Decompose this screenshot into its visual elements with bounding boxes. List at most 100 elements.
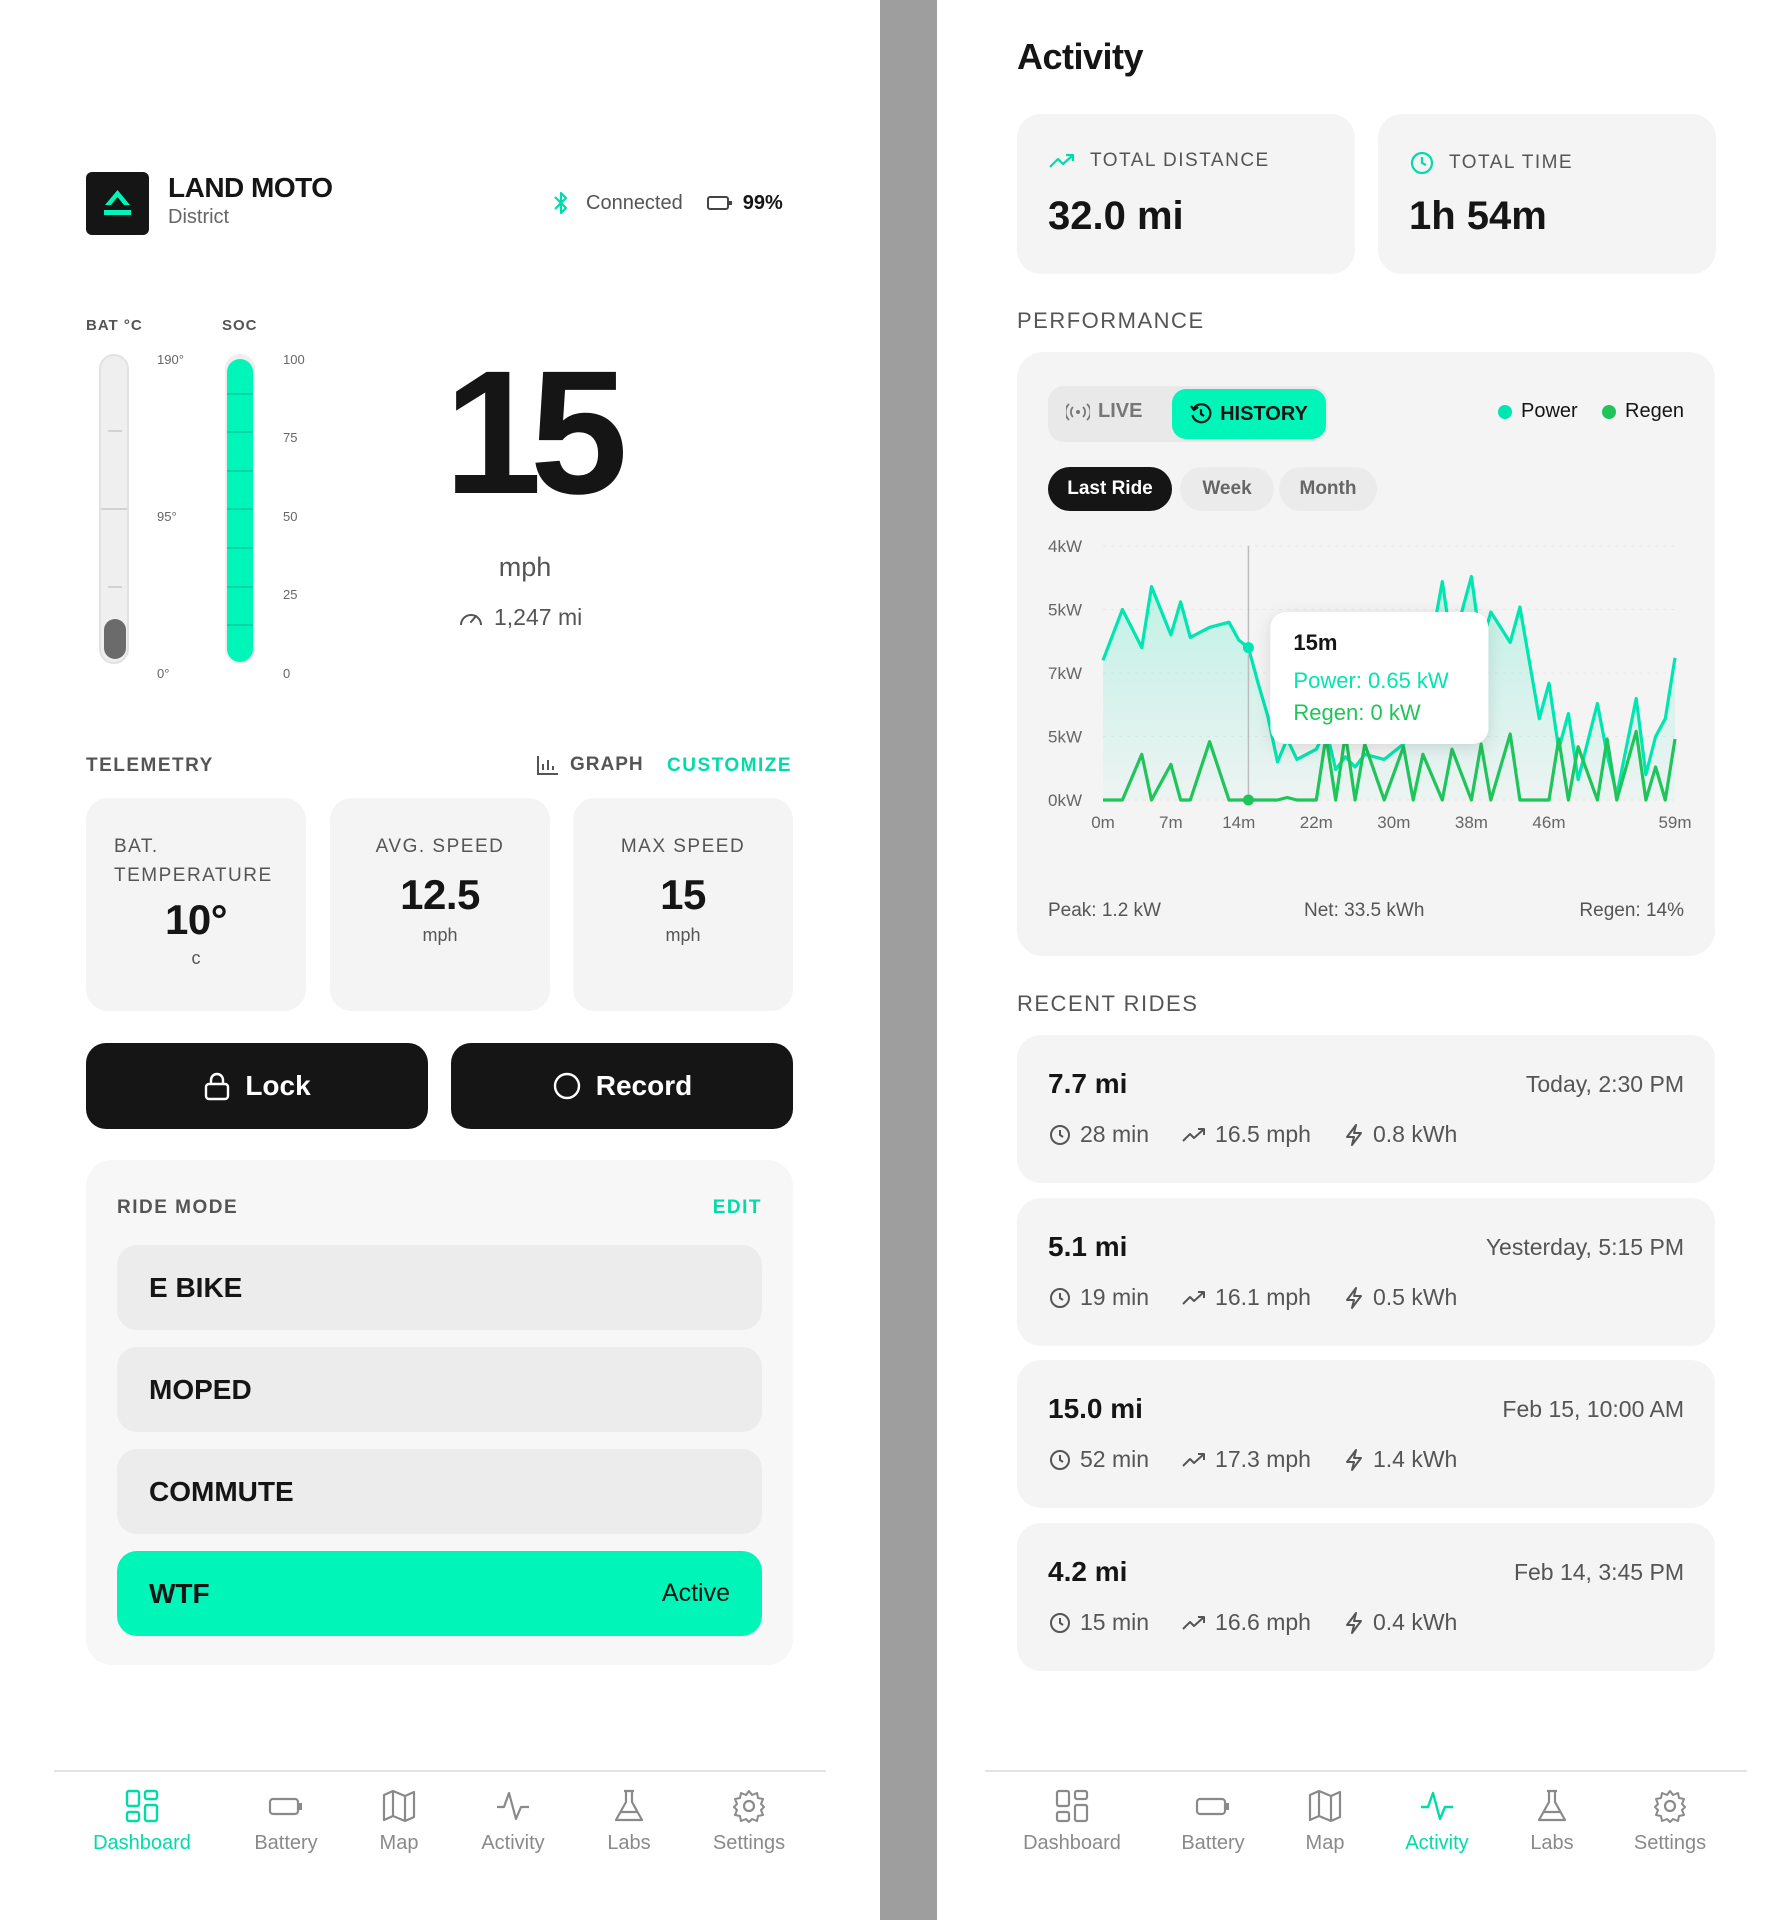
telemetry-card-max-speed[interactable]: MAX SPEED 15 mph <box>573 798 793 1011</box>
telemetry-card-unit: c <box>191 948 201 968</box>
total-distance-card: TOTAL DISTANCE 32.0 mi <box>1017 114 1355 274</box>
nav-label: Battery <box>254 1832 318 1854</box>
nav-dashboard[interactable]: Dashboard <box>82 1788 202 1855</box>
legend-power: Power <box>1498 400 1578 423</box>
lock-button[interactable]: Lock <box>86 1043 428 1129</box>
total-distance-label: TOTAL DISTANCE <box>1090 150 1270 171</box>
ride-speed-value: 17.3 mph <box>1215 1446 1311 1472</box>
nav-battery[interactable]: Battery <box>226 1788 346 1855</box>
flask-icon <box>1537 1789 1567 1822</box>
ride-speed: 16.1 mph <box>1181 1284 1311 1311</box>
performance-panel: LIVE HISTORY Power Regen Last Ride Week … <box>1017 352 1715 956</box>
telemetry-card-avg-speed[interactable]: AVG. SPEED 12.5 mph <box>330 798 550 1011</box>
ride-duration-value: 19 min <box>1080 1284 1150 1310</box>
ride-mode-label: MOPED <box>149 1373 252 1405</box>
range-month[interactable]: Month <box>1279 467 1377 511</box>
ride-card[interactable]: 7.7 mi Today, 2:30 PM 28 min 16.5 mph 0.8 kW… <box>1017 1035 1715 1183</box>
bar-chart-icon <box>537 756 558 775</box>
power-hover-point <box>1242 642 1254 654</box>
ride-energy: 1.4 kWh <box>1343 1446 1457 1473</box>
record-icon <box>553 1072 580 1100</box>
nav-settings[interactable]: Settings <box>1610 1788 1730 1855</box>
connection-status[interactable]: Connected 99% <box>550 190 783 216</box>
ride-date: Feb 14, 3:45 PM <box>1513 1559 1684 1585</box>
nav-labs[interactable]: Labs <box>1492 1788 1612 1855</box>
net-stat: Net: 33.5 kWh <box>1304 900 1425 921</box>
ride-mode-ebike[interactable]: E BIKE <box>117 1245 762 1330</box>
gear-icon <box>733 1790 765 1823</box>
nav-label: Settings <box>1633 1832 1707 1854</box>
ride-energy: 0.4 kWh <box>1343 1609 1457 1636</box>
trend-up-icon <box>1182 1615 1206 1630</box>
graph-button-label: GRAPH <box>570 754 644 775</box>
legend-regen-swatch <box>1602 404 1616 419</box>
ride-speed: 16.5 mph <box>1181 1121 1311 1148</box>
customize-button[interactable]: CUSTOMIZE <box>667 755 792 777</box>
soc-tick-75: 75 <box>283 430 298 445</box>
lock-button-label: Lock <box>245 1070 311 1101</box>
clock-icon <box>1050 1287 1070 1308</box>
nav-labs[interactable]: Labs <box>569 1788 689 1855</box>
nav-map[interactable]: Map <box>339 1788 459 1855</box>
tooltip-time: 15m <box>1293 630 1337 655</box>
total-time-card: TOTAL TIME 1h 54m <box>1378 114 1716 274</box>
ride-duration: 15 min <box>1048 1609 1149 1636</box>
ride-mode-wtf[interactable]: WTF Active <box>117 1551 762 1636</box>
nav-label: Dashboard <box>93 1832 191 1854</box>
peak-stat: Peak: 1.2 kW <box>1048 900 1161 921</box>
y-tick-label: 7kW <box>1048 664 1082 683</box>
performance-chart[interactable]: 4kW 5kW 7kW 5kW 0kW 0m 7m 14m 22m 30m 38m 46m 59m 15m… <box>1017 522 1715 852</box>
ride-mode-title: RIDE MODE <box>117 1197 239 1218</box>
graph-button[interactable]: GRAPH <box>536 754 644 776</box>
ride-mode-moped[interactable]: MOPED <box>117 1347 762 1432</box>
range-week[interactable]: Week <box>1180 467 1274 511</box>
ride-distance: 7.7 mi <box>1048 1068 1128 1099</box>
total-time-value: 1h 54m <box>1409 194 1547 238</box>
brand-logo <box>86 172 149 235</box>
telemetry-card-value: 15 <box>660 871 706 918</box>
connection-label: Connected <box>586 191 683 214</box>
brand-name: LAND MOTO <box>168 172 333 203</box>
page-title: Activity <box>1017 36 1144 77</box>
ride-card[interactable]: 15.0 mi Feb 15, 10:00 AM 52 min 17.3 mph 1.4… <box>1017 1360 1715 1508</box>
live-tab[interactable]: LIVE <box>1066 400 1142 423</box>
x-tick-label: 0m <box>1091 813 1115 832</box>
map-icon <box>1308 1789 1342 1823</box>
soc-tick-0: 0 <box>283 666 291 681</box>
range-last-ride[interactable]: Last Ride <box>1048 467 1172 511</box>
nav-label: Activity <box>1405 1832 1469 1854</box>
x-tick-label: 38m <box>1455 813 1488 832</box>
nav-activity[interactable]: Activity <box>1377 1788 1497 1855</box>
ride-meta: 28 min 16.5 mph 0.8 kWh <box>1048 1121 1489 1148</box>
record-button[interactable]: Record <box>451 1043 793 1129</box>
nav-label: Labs <box>1530 1832 1574 1854</box>
ride-mode-label: COMMUTE <box>149 1475 294 1507</box>
nav-dashboard[interactable]: Dashboard <box>1012 1788 1132 1855</box>
ride-card[interactable]: 4.2 mi Feb 14, 3:45 PM 15 min 16.6 mph 0.4 k… <box>1017 1523 1715 1671</box>
dashboard-panel: LAND MOTO District Connected 99% BAT °C … <box>0 0 880 1920</box>
clock-icon <box>1410 151 1434 175</box>
legend-regen-label: Regen <box>1625 400 1684 422</box>
nav-activity[interactable]: Activity <box>453 1788 573 1855</box>
ride-speed: 17.3 mph <box>1181 1446 1311 1473</box>
ride-meta: 15 min 16.6 mph 0.4 kWh <box>1048 1609 1489 1636</box>
y-tick-label: 0kW <box>1048 791 1082 810</box>
ride-mode-commute[interactable]: COMMUTE <box>117 1449 762 1534</box>
telemetry-card-bat-temp[interactable]: BAT. TEMPERATURE 10° c <box>86 798 306 1011</box>
trend-up-icon <box>1182 1127 1206 1142</box>
nav-settings[interactable]: Settings <box>689 1788 809 1855</box>
ride-card[interactable]: 5.1 mi Yesterday, 5:15 PM 19 min 16.1 mph 0.… <box>1017 1198 1715 1346</box>
lightning-icon <box>1345 1123 1362 1146</box>
ride-mode-panel: RIDE MODE EDIT E BIKE MOPED COMMUTE WTF … <box>86 1160 793 1665</box>
history-tab[interactable]: HISTORY <box>1172 389 1326 439</box>
ride-mode-edit-button[interactable]: EDIT <box>713 1197 762 1219</box>
nav-map[interactable]: Map <box>1265 1788 1385 1855</box>
nav-battery[interactable]: Battery <box>1153 1788 1273 1855</box>
activity-icon <box>497 1791 529 1821</box>
nav-label: Map <box>379 1832 419 1854</box>
x-tick-label: 30m <box>1377 813 1410 832</box>
flask-icon <box>614 1789 644 1822</box>
telemetry-card-label: BAT. TEMPERATURE <box>114 836 273 886</box>
ride-energy-value: 0.8 kWh <box>1372 1121 1458 1147</box>
total-time-label: TOTAL TIME <box>1449 152 1574 173</box>
